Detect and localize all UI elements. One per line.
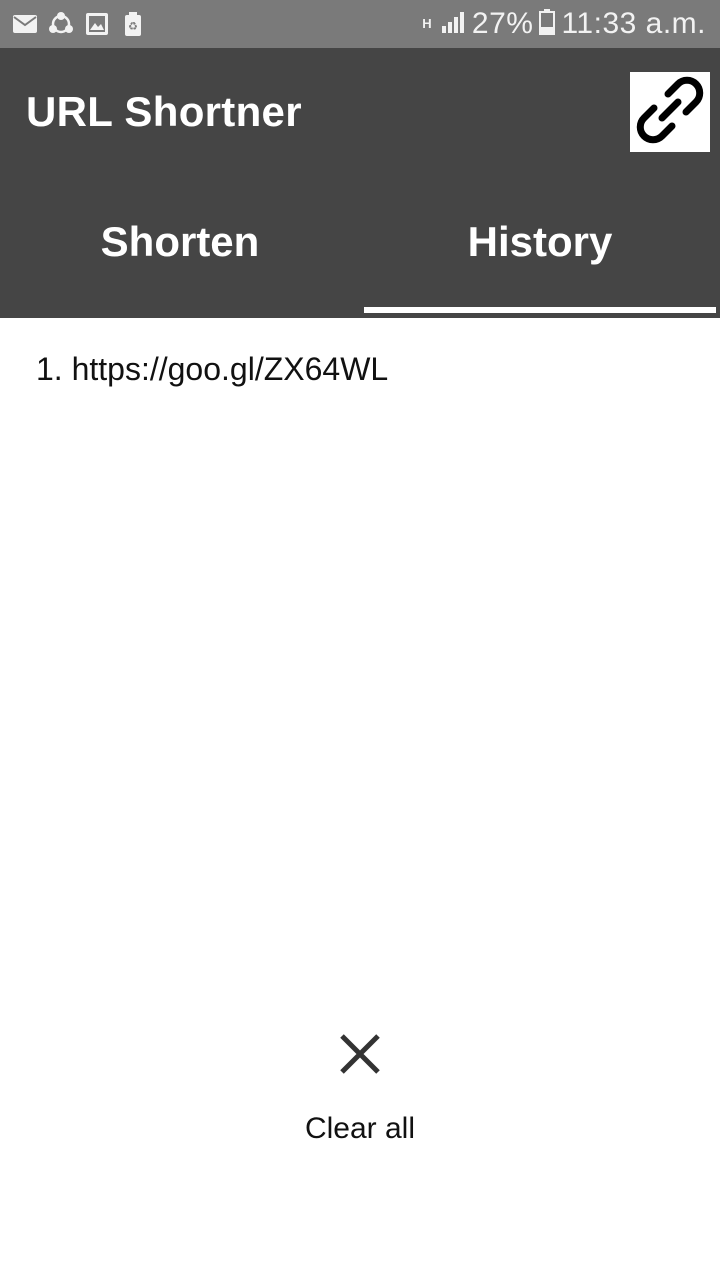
tab-bar: Shorten History (0, 190, 720, 318)
history-item[interactable]: 1. https://goo.gl/ZX64WL (36, 346, 696, 392)
notification-icons: ♻ (12, 11, 156, 37)
app-title: URL Shortner (26, 88, 302, 135)
mail-icon (12, 11, 38, 37)
clear-all-label: Clear all (304, 1112, 416, 1145)
share-icon (48, 11, 74, 37)
system-status: H 27% 11:33 a.m. (420, 7, 706, 41)
recycle-icon: ♻ (120, 11, 146, 37)
clear-all-button[interactable]: Clear all (260, 1026, 460, 1166)
selected-tab-indicator (364, 307, 716, 313)
svg-text:♻: ♻ (128, 20, 138, 33)
tab-shorten[interactable]: Shorten (0, 190, 360, 318)
history-list: 1. https://goo.gl/ZX64WL (36, 346, 696, 392)
signal-icon (440, 10, 466, 39)
close-icon (332, 1026, 388, 1082)
tab-label: History (467, 218, 613, 265)
app-bar: URL Shortner Shorten History (0, 48, 720, 318)
status-bar: ♻ H 27% 11:33 a.m. (0, 0, 720, 48)
network-type-indicator: H (422, 16, 432, 31)
clock: 11:33 a.m. (561, 7, 706, 40)
link-icon (630, 70, 710, 155)
tab-label: Shorten (100, 218, 260, 265)
battery-icon (539, 8, 556, 40)
tab-history[interactable]: History (360, 190, 720, 318)
image-icon (84, 11, 110, 37)
battery-percent: 27% (471, 7, 534, 40)
link-button[interactable] (630, 72, 710, 152)
